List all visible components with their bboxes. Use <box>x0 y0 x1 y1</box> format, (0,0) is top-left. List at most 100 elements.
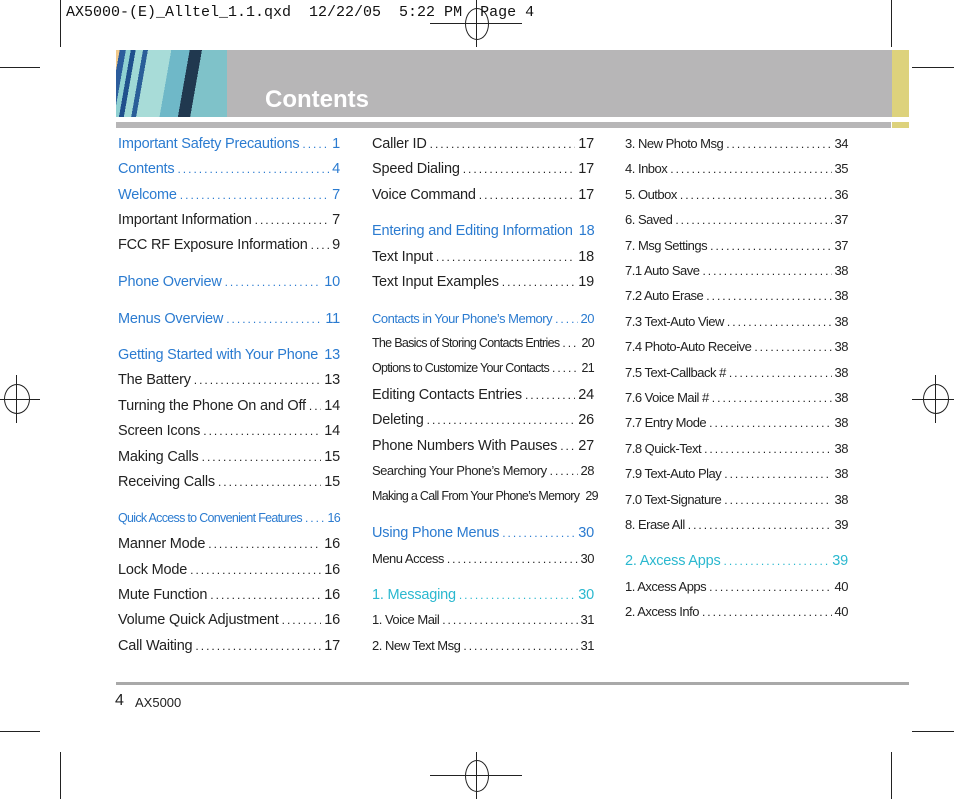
toc-entry[interactable]: 7.6 Voice Mail #........................… <box>625 390 849 408</box>
toc-entry[interactable]: Contents................................… <box>118 161 340 179</box>
toc-entry-title: Entering and Editing Information <box>372 223 573 239</box>
toc-entry-page: 37 <box>834 238 849 253</box>
toc-entry-title: The Basics of Storing Contacts Entries <box>372 336 560 350</box>
toc-entry-title: Deleting <box>372 412 424 428</box>
registration-mark <box>923 384 949 414</box>
toc-entry[interactable]: 1. Axcess Apps..........................… <box>625 579 849 597</box>
toc-entry[interactable]: 4. Inbox................................… <box>625 161 849 179</box>
toc-entry-title: Important Information <box>118 212 252 228</box>
toc-entry[interactable]: Contacts in Your Phone’s Memory.........… <box>372 311 595 329</box>
toc-entry[interactable]: 7.9 Text-Auto Play......................… <box>625 466 849 484</box>
toc-entry[interactable]: Options to Customize Your Contacts......… <box>372 361 595 379</box>
toc-entry[interactable]: FCC RF Exposure Information.............… <box>118 237 340 255</box>
toc-entry[interactable]: Making a Call From Your Phone’s Memory..… <box>372 489 599 507</box>
toc-entry[interactable]: 1. Voice Mail...........................… <box>372 612 595 630</box>
toc-entry-page: 26 <box>578 412 594 428</box>
toc-entry[interactable]: Making Calls............................… <box>118 449 340 467</box>
toc-entry[interactable]: 2. Axcess Info..........................… <box>625 604 849 622</box>
toc-entry[interactable]: Text Input Examples.....................… <box>372 274 594 292</box>
toc-entry[interactable]: Important Safety Precautions............… <box>118 136 340 154</box>
header-accent <box>892 50 909 117</box>
toc-entry[interactable]: Menu Access.............................… <box>372 551 595 569</box>
toc-entry-title: 7.8 Quick-Text <box>625 441 702 456</box>
toc-entry[interactable]: Turning the Phone On and Off............… <box>118 398 340 416</box>
toc-entry-page: 38 <box>834 492 849 507</box>
toc-entry-title: Voice Command <box>372 187 476 203</box>
toc-entry-title: Screen Icons <box>118 423 201 439</box>
toc-entry[interactable]: Caller ID...............................… <box>372 136 594 154</box>
toc-entry-title: Important Safety Precautions <box>118 136 300 152</box>
dot-leader: ........................................… <box>429 137 576 151</box>
toc-entry[interactable]: 2. New Text Msg.........................… <box>372 638 595 656</box>
dot-leader: ........................................… <box>723 554 830 568</box>
toc-entry[interactable]: 6. Saved................................… <box>625 212 849 230</box>
toc-entry[interactable]: 7.0 Text-Signature......................… <box>625 492 849 510</box>
toc-entry[interactable]: Text Input..............................… <box>372 249 594 267</box>
toc-entry-page: 16 <box>324 587 340 603</box>
toc-entry[interactable]: 7.7 Entry Mode..........................… <box>625 415 849 433</box>
toc-entry[interactable]: Volume Quick Adjustment.................… <box>118 612 340 630</box>
header-rule-accent <box>892 122 909 128</box>
toc-entry-page: 17 <box>578 161 594 177</box>
toc-entry[interactable]: 7.1 Auto Save...........................… <box>625 263 849 281</box>
toc-entry[interactable]: 7.2 Auto Erase..........................… <box>625 288 849 306</box>
dot-leader: ........................................… <box>501 275 576 289</box>
toc-entry[interactable]: Screen Icons............................… <box>118 423 340 441</box>
toc-entry[interactable]: The Battery.............................… <box>118 372 340 390</box>
toc-entry[interactable]: 2. Axcess Apps..........................… <box>625 553 848 571</box>
toc-entry[interactable]: The Basics of Storing Contacts Entries..… <box>372 336 595 354</box>
toc-entry-title: Speed Dialing <box>372 161 460 177</box>
toc-entry[interactable]: Important Information...................… <box>118 212 340 230</box>
toc-entry[interactable]: 7.3 Text-Auto View......................… <box>625 314 849 332</box>
toc-entry[interactable]: 1. Messaging............................… <box>372 587 594 605</box>
toc-entry-page: 40 <box>834 604 849 619</box>
dot-leader: ........................................… <box>704 442 831 456</box>
toc-entry[interactable]: Speed Dialing...........................… <box>372 161 594 179</box>
toc-entry[interactable]: 7.5 Text-Callback #.....................… <box>625 365 849 383</box>
toc-entry[interactable]: Lock Mode...............................… <box>118 562 340 580</box>
toc-entry[interactable]: Manner Mode.............................… <box>118 536 340 554</box>
toc-entry-title: Options to Customize Your Contacts <box>372 361 550 375</box>
toc-entry[interactable]: 7.4 Photo-Auto Receive..................… <box>625 339 849 357</box>
toc-entry[interactable]: 7.8 Quick-Text..........................… <box>625 441 849 459</box>
toc-entry[interactable]: 3. New Photo Msg........................… <box>625 136 849 154</box>
toc-entry[interactable]: Quick Access to Convenient Features.....… <box>118 511 341 529</box>
dot-leader: ........................................… <box>675 213 832 227</box>
dot-leader: ........................................… <box>208 537 321 551</box>
toc-entry[interactable]: Deleting................................… <box>372 412 594 430</box>
toc-entry-page: 18 <box>578 249 594 265</box>
toc-entry-page: 18 <box>578 223 595 239</box>
toc-entry[interactable]: Editing Contacts Entries................… <box>372 387 594 405</box>
toc-entry-page: 16 <box>327 511 340 525</box>
dot-leader: ........................................… <box>308 399 321 413</box>
registration-mark <box>4 384 30 414</box>
toc-entry[interactable]: Phone Overview..........................… <box>118 274 340 292</box>
toc-entry-title: 7.9 Text-Auto Play <box>625 466 722 481</box>
toc-entry[interactable]: Searching Your Phone’s Memory...........… <box>372 463 595 481</box>
toc-entry-title: Using Phone Menus <box>372 525 500 541</box>
toc-entry[interactable]: Getting Started with Your Phone.........… <box>118 347 340 365</box>
toc-entry[interactable]: Mute Function...........................… <box>118 587 340 605</box>
toc-entry[interactable]: Menus Overview..........................… <box>118 311 340 329</box>
toc-entry[interactable]: 8. Erase All............................… <box>625 517 849 535</box>
toc-entry[interactable]: Voice Command...........................… <box>372 187 594 205</box>
toc-entry-page: 39 <box>832 553 848 569</box>
toc-entry-page: 34 <box>834 136 849 151</box>
toc-entry-title: Editing Contacts Entries <box>372 387 522 403</box>
toc-entry[interactable]: Entering and Editing Information........… <box>372 223 595 241</box>
dot-leader: ........................................… <box>281 613 322 627</box>
toc-entry-page: 36 <box>834 187 849 202</box>
toc-entry-page: 38 <box>834 339 849 354</box>
toc-entry[interactable]: Receiving Calls.........................… <box>118 474 340 492</box>
toc-entry[interactable]: Phone Numbers With Pauses...............… <box>372 438 594 456</box>
toc-entry[interactable]: Welcome.................................… <box>118 187 340 205</box>
toc-entry[interactable]: Call Waiting............................… <box>118 638 340 656</box>
toc-entry-page: 35 <box>834 161 849 176</box>
toc-entry-page: 17 <box>578 187 594 203</box>
toc-entry[interactable]: 5. Outbox...............................… <box>625 187 849 205</box>
toc-entry[interactable]: Using Phone Menus.......................… <box>372 525 594 543</box>
print-slug: AX5000-(E)_Alltel_1.1.qxd 12/22/05 5:22 … <box>66 4 535 21</box>
toc-entry-page: 38 <box>834 441 849 456</box>
toc-entry-page: 30 <box>578 525 594 541</box>
toc-entry[interactable]: 7. Msg Settings.........................… <box>625 238 849 256</box>
